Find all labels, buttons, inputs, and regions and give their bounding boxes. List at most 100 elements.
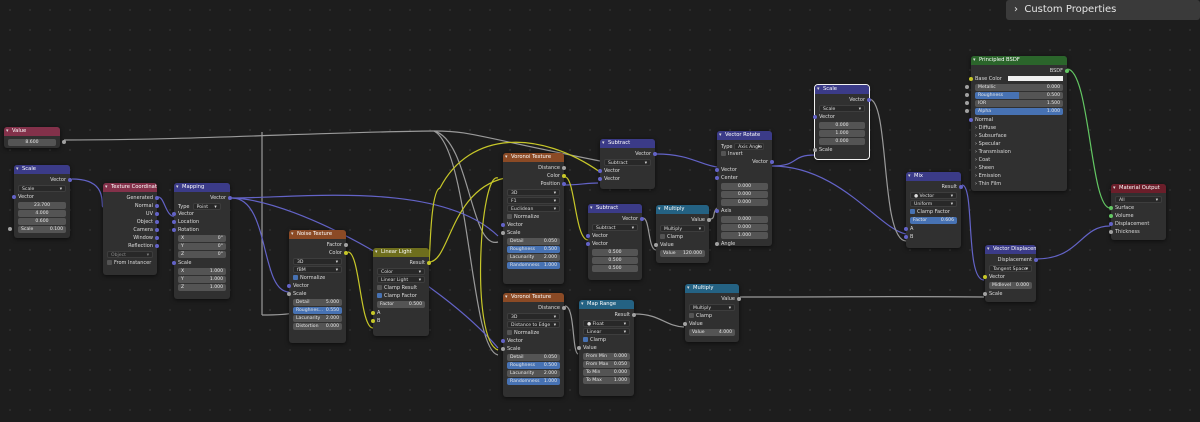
node-header[interactable]: Vector Displacem... [985,245,1036,254]
node-header[interactable]: Multiply [656,205,709,214]
output-socket[interactable] [1034,258,1038,262]
subtract-node-2[interactable]: Subtract Vector Subtract Vector Vector 0… [586,204,644,280]
input-socket[interactable] [287,292,291,296]
input-socket[interactable] [1109,206,1113,210]
input-socket[interactable] [501,339,505,343]
midlevel-field[interactable]: Midlevel 0.000 [989,282,1032,289]
principled-bsdf-node[interactable]: Principled BSDF BSDF Base Color Metallic… [965,56,1069,191]
output-socket[interactable] [155,212,159,216]
input-socket[interactable] [983,292,987,296]
input-socket[interactable] [8,227,12,231]
type-row[interactable]: Type Axis Angle [721,142,768,151]
texture-coordinate-node[interactable]: Texture Coordinate Generated Normal UV O… [103,183,159,275]
output-socket[interactable] [155,220,159,224]
input-socket[interactable] [287,284,291,288]
input-socket[interactable] [965,109,969,113]
noise-type-dropdown[interactable]: fBM [293,266,342,274]
input-socket[interactable] [813,148,817,152]
panel-specular[interactable]: › Specular [975,140,1063,148]
node-header[interactable]: Scale [14,165,70,174]
clamp-checkbox[interactable]: Clamp [583,336,630,344]
input-socket[interactable] [598,177,602,181]
node-header[interactable]: Mix [906,172,961,181]
output-socket[interactable] [562,166,566,170]
distortion-field[interactable]: Distortion 0.000 [293,323,342,330]
clamp-factor-checkbox[interactable]: Clamp Factor [377,292,425,300]
from-min-field[interactable]: From Min 0.000 [583,353,630,360]
type-row[interactable]: Type Point [178,202,226,211]
output-socket[interactable] [155,228,159,232]
node-header[interactable]: Principled BSDF [971,56,1067,65]
input-socket[interactable] [715,209,719,213]
detail-field[interactable]: Detail 0.050 [507,238,560,245]
node-header[interactable]: Map Range [579,300,634,309]
clamp-checkbox[interactable]: Clamp [689,312,735,320]
vector-x-field[interactable]: 0.500 [592,249,638,256]
lacunarity-field[interactable]: Lacunarity 2.000 [293,315,342,322]
input-socket[interactable] [371,319,375,323]
output-socket[interactable] [562,306,566,310]
value-output-socket[interactable] [62,140,66,144]
input-socket[interactable] [969,77,973,81]
mapping-node[interactable]: Mapping Vector Type Point Vector Locatio… [172,183,232,299]
center-x[interactable]: 0.000 [721,183,768,190]
factor-field[interactable]: Factor 0.500 [377,301,425,308]
output-socket[interactable] [155,244,159,248]
operation-dropdown[interactable]: Subtract [604,159,651,167]
data-type-dropdown[interactable]: ● Vector [910,192,957,200]
vector-z-field[interactable]: 0.000 [819,138,865,145]
output-socket[interactable] [770,160,774,164]
object-selector[interactable]: Object [107,251,153,259]
roughness-field[interactable]: Roughnes... 0.550 [293,307,342,314]
to-max-field[interactable]: To Max 1.000 [583,377,630,384]
clamp-result-checkbox[interactable]: Clamp Result [377,284,425,292]
multiply-node-2[interactable]: Multiply Value Multiply Clamp Value Valu… [683,284,741,342]
type-dropdown[interactable]: Point [192,203,221,211]
normalize-checkbox[interactable]: Normalize [507,213,560,221]
multiply-node[interactable]: Multiply Value Multiply Clamp Value Valu… [654,205,711,263]
input-socket[interactable] [983,275,987,279]
input-socket[interactable] [654,243,658,247]
input-socket[interactable] [12,195,16,199]
output-socket[interactable] [867,98,871,102]
dimensions-dropdown[interactable]: 3D [293,258,342,266]
output-socket[interactable] [737,297,741,301]
dimensions-dropdown[interactable]: 3D [507,313,560,321]
factor-mode-dropdown[interactable]: Uniform [910,200,957,208]
alpha-field[interactable]: Alpha 1.000 [965,108,1063,115]
detail-field[interactable]: Detail 5.000 [293,299,342,306]
input-socket[interactable] [586,234,590,238]
scale-node[interactable]: Scale Vector Scale Vector 23.700 4.000 0… [8,165,72,238]
node-header[interactable]: Mapping [174,183,230,192]
factor-field[interactable]: Factor 0.606 [910,217,957,224]
panel-diffuse[interactable]: › Diffuse [975,124,1063,132]
scale-y[interactable]: Y 1.000 [178,276,226,283]
operation-dropdown[interactable]: Multiply [689,304,735,312]
mix-node[interactable]: Mix Result ● Vector Uniform Clamp Factor… [904,172,963,248]
from-instancer-checkbox[interactable]: From Instancer [107,259,153,267]
input-socket[interactable] [1109,222,1113,226]
panel-thin-film[interactable]: › Thin Film [975,180,1063,188]
normalize-checkbox[interactable]: Normalize [293,274,342,282]
from-max-field[interactable]: From Max 0.050 [583,361,630,368]
output-socket[interactable] [707,218,711,222]
input-socket[interactable] [1109,214,1113,218]
vector-z-field[interactable]: 0.500 [592,265,638,272]
node-header[interactable]: Linear Light [373,248,429,257]
to-min-field[interactable]: To Min 0.000 [583,369,630,376]
input-socket[interactable] [904,235,908,239]
roughness-field[interactable]: Roughness 0.500 [965,92,1063,99]
input-socket[interactable] [577,346,581,350]
input-socket[interactable] [965,85,969,89]
output-socket[interactable] [427,261,431,265]
axis-z[interactable]: 1.000 [721,232,768,239]
output-socket[interactable] [959,185,963,189]
node-header[interactable]: Texture Coordinate [103,183,157,192]
dimensions-dropdown[interactable]: 3D [507,189,560,197]
value-field[interactable]: 8.600 [8,139,56,146]
rotation-x[interactable]: X 0° [178,235,226,242]
input-socket[interactable] [904,227,908,231]
input-socket[interactable] [172,212,176,216]
scale-node-2[interactable]: Scale Vector Scale Vector 0.000 1.000 0.… [813,84,871,160]
input-socket[interactable] [715,168,719,172]
